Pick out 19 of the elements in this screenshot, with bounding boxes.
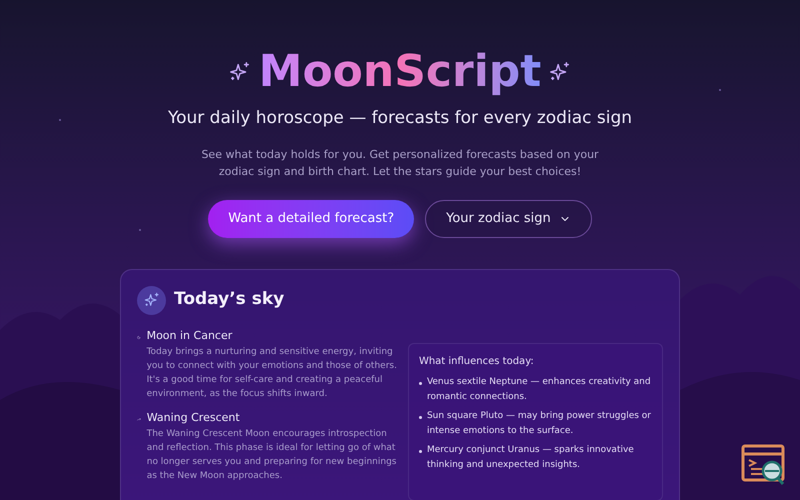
forecast-button[interactable]: Want a detailed forecast? bbox=[208, 200, 414, 238]
sparkle-icon bbox=[549, 61, 572, 83]
subtitle: Your daily horoscope — forecasts for every zodiac sign bbox=[168, 107, 632, 130]
bullet-icon bbox=[418, 416, 422, 418]
sparkle-icon bbox=[228, 61, 251, 83]
card-title: Today’s sky bbox=[174, 288, 284, 312]
description: See what today holds for you. Get personalized forecasts based on your zodiac sign and birth chart. Let the stars guide your best choices! bbox=[200, 146, 600, 180]
section-text: The Waning Crescent Moon encourages introspection and reflection. This phase is ideal for letting go of what no longer serves you and preparing for new beginnings as the New Moon approaches. bbox=[146, 428, 398, 482]
section-text: Today brings a nurturing and sensitive energy, inviting you to connect with your emotions and those of others. It's a good time for self-care and creating a peaceful environment, as the focus shifts inward. bbox=[146, 346, 398, 400]
influence-item: Venus sextile Neptune — enhances creativity and romantic connections. bbox=[426, 376, 652, 404]
sparkle-icon bbox=[144, 292, 160, 308]
influences-title: What influences today: bbox=[418, 354, 535, 368]
section-title: Waning Crescent bbox=[146, 410, 241, 426]
section-title: Moon in Cancer bbox=[146, 328, 234, 344]
influence-item: Sun square Pluto — may bring power struggles or intense emotions to the surface. bbox=[426, 410, 652, 438]
influence-item: Mercury conjunct Uranus — sparks innovative thinking and unexpected insights. bbox=[426, 444, 635, 472]
bullet-icon bbox=[418, 382, 422, 384]
bullet-icon bbox=[418, 450, 422, 452]
zodiac-dropdown[interactable]: Your zodiac sign bbox=[425, 200, 592, 238]
